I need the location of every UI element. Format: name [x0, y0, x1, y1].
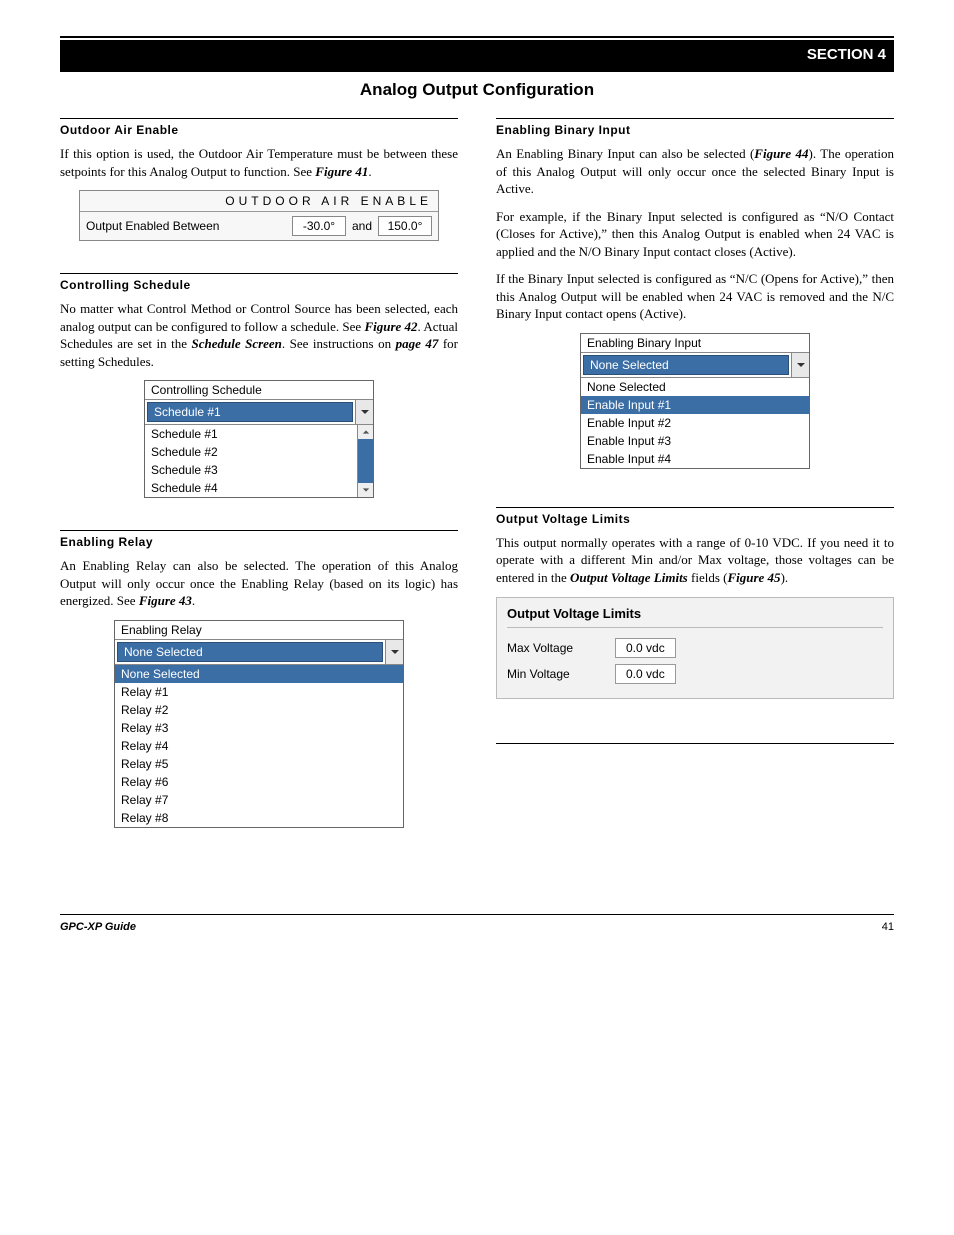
section-tab: SECTION 4 [807, 46, 886, 63]
section-heading-oae: Outdoor Air Enable [60, 123, 458, 137]
relay-dropdown[interactable]: Enabling Relay None Selected None Select… [114, 620, 404, 828]
relay-dd-item[interactable]: Relay #5 [115, 755, 403, 773]
oae-high-input[interactable]: 150.0° [378, 216, 432, 236]
ovl-paragraph: This output normally operates with a ran… [496, 534, 894, 587]
header-bar: SECTION 4 [60, 40, 894, 72]
relay-dd-header: Enabling Relay [115, 621, 403, 640]
binary-dd-item[interactable]: Enable Input #2 [581, 414, 809, 432]
scroll-down-icon[interactable] [358, 483, 373, 497]
scroll-track[interactable] [358, 439, 373, 483]
chevron-down-icon[interactable] [385, 640, 403, 664]
section-heading-ovl: Output Voltage Limits [496, 512, 894, 526]
binary-dd-item[interactable]: None Selected [581, 378, 809, 396]
relay-dd-item[interactable]: Relay #3 [115, 719, 403, 737]
binary-paragraph-3: If the Binary Input selected is configur… [496, 270, 894, 323]
schedule-dd-item[interactable]: Schedule #2 [145, 443, 357, 461]
oae-and-label: and [352, 219, 372, 233]
left-column: Outdoor Air Enable If this option is use… [60, 116, 458, 854]
oae-paragraph: If this option is used, the Outdoor Air … [60, 145, 458, 180]
binary-dd-header: Enabling Binary Input [581, 334, 809, 353]
binary-dd-item[interactable]: Enable Input #1 [581, 396, 809, 414]
relay-paragraph: An Enabling Relay can also be selected. … [60, 557, 458, 610]
binary-paragraph-1: An Enabling Binary Input can also be sel… [496, 145, 894, 198]
min-voltage-label: Min Voltage [507, 667, 597, 681]
relay-dd-item[interactable]: None Selected [115, 665, 403, 683]
binary-dd-selected[interactable]: None Selected [583, 355, 789, 375]
binary-paragraph-2: For example, if the Binary Input selecte… [496, 208, 894, 261]
scroll-up-icon[interactable] [358, 425, 373, 439]
right-column: Enabling Binary Input An Enabling Binary… [496, 116, 894, 854]
chevron-down-icon[interactable] [355, 400, 373, 424]
relay-dd-list: None Selected Relay #1 Relay #2 Relay #3… [115, 665, 403, 827]
oae-low-input[interactable]: -30.0° [292, 216, 346, 236]
binary-dd-item[interactable]: Enable Input #4 [581, 450, 809, 468]
ovl-panel-title: Output Voltage Limits [507, 606, 883, 621]
binary-dd-list: None Selected Enable Input #1 Enable Inp… [581, 378, 809, 468]
oae-panel: OUTDOOR AIR ENABLE Output Enabled Betwee… [79, 190, 439, 241]
schedule-dd-selected[interactable]: Schedule #1 [147, 402, 353, 422]
footer-page-number: 41 [882, 921, 894, 933]
relay-dd-item[interactable]: Relay #6 [115, 773, 403, 791]
oae-enable-label: Output Enabled Between [86, 219, 286, 233]
schedule-dd-item[interactable]: Schedule #3 [145, 461, 357, 479]
relay-dd-item[interactable]: Relay #8 [115, 809, 403, 827]
min-voltage-input[interactable]: 0.0 vdc [615, 664, 676, 684]
relay-dd-selected[interactable]: None Selected [117, 642, 383, 662]
schedule-dd-item[interactable]: Schedule #4 [145, 479, 357, 497]
scrollbar[interactable] [357, 425, 373, 497]
footer-doc-title: GPC-XP Guide [60, 921, 136, 933]
ovl-panel: Output Voltage Limits Max Voltage 0.0 vd… [496, 597, 894, 699]
relay-dd-item[interactable]: Relay #4 [115, 737, 403, 755]
binary-dd-item[interactable]: Enable Input #3 [581, 432, 809, 450]
schedule-dd-header: Controlling Schedule [145, 381, 373, 400]
section-heading-relay: Enabling Relay [60, 535, 458, 549]
section-heading-binary: Enabling Binary Input [496, 123, 894, 137]
schedule-dd-list: Schedule #1 Schedule #2 Schedule #3 Sche… [145, 425, 357, 497]
page-footer: GPC-XP Guide 41 [60, 914, 894, 933]
binary-dropdown[interactable]: Enabling Binary Input None Selected None… [580, 333, 810, 469]
max-voltage-input[interactable]: 0.0 vdc [615, 638, 676, 658]
chevron-down-icon[interactable] [791, 353, 809, 377]
section-heading-schedule: Controlling Schedule [60, 278, 458, 292]
schedule-paragraph: No matter what Control Method or Control… [60, 300, 458, 370]
schedule-dd-item[interactable]: Schedule #1 [145, 425, 357, 443]
oae-panel-title: OUTDOOR AIR ENABLE [80, 191, 438, 212]
page-title: Analog Output Configuration [60, 80, 894, 100]
relay-dd-item[interactable]: Relay #2 [115, 701, 403, 719]
max-voltage-label: Max Voltage [507, 641, 597, 655]
relay-dd-item[interactable]: Relay #7 [115, 791, 403, 809]
schedule-dropdown[interactable]: Controlling Schedule Schedule #1 Schedul… [144, 380, 374, 498]
relay-dd-item[interactable]: Relay #1 [115, 683, 403, 701]
